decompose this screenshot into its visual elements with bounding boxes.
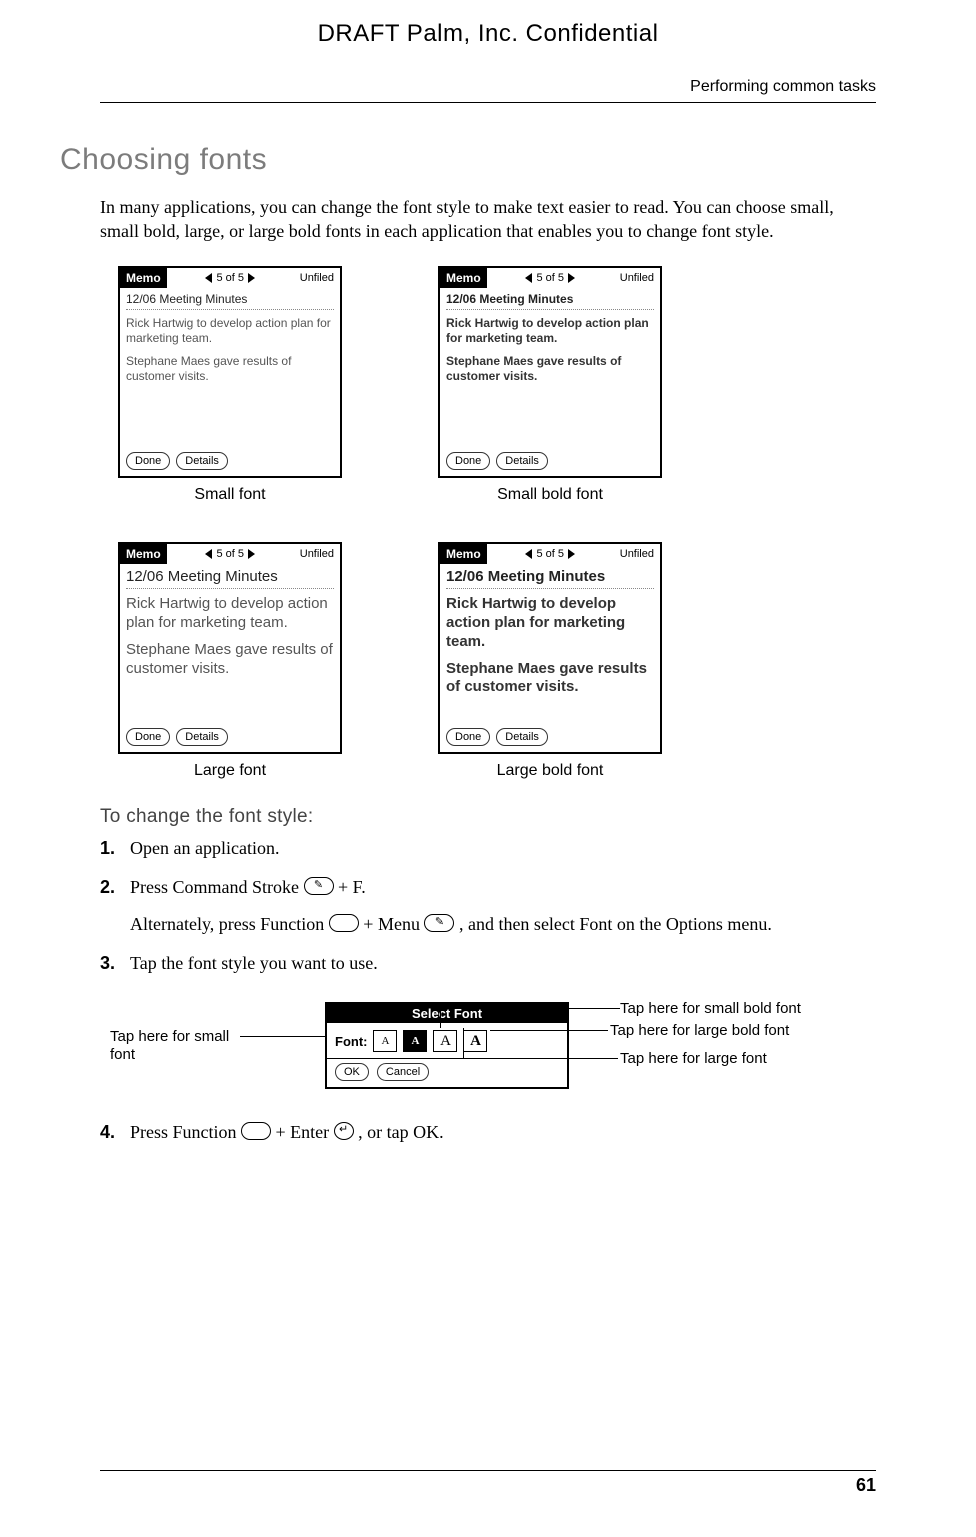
memo-screenshot-large-bold: Memo 5 of 5 Unfiled 12/06 Meeting Minute… xyxy=(438,542,662,754)
memo-p2: Stephane Maes gave results of customer v… xyxy=(126,354,334,384)
prev-icon xyxy=(525,273,532,283)
memo-screenshot-small-bold: Memo 5 of 5 Unfiled 12/06 Meeting Minute… xyxy=(438,266,662,478)
running-header: Performing common tasks xyxy=(100,78,876,103)
select-font-figure: Tap here for small font Select Font Font… xyxy=(100,992,876,1102)
step-1: Open an application. xyxy=(100,836,876,861)
next-icon xyxy=(568,273,575,283)
page-number: 61 xyxy=(100,1470,876,1496)
lead-line xyxy=(440,1008,620,1009)
prev-icon xyxy=(205,549,212,559)
details-button[interactable]: Details xyxy=(496,728,548,746)
step-2: Press Command Stroke + F. Alternately, p… xyxy=(100,875,876,937)
intro-paragraph: In many applications, you can change the… xyxy=(100,195,876,244)
memo-p1: Rick Hartwig to develop action plan for … xyxy=(446,595,654,651)
figure-small-font: Memo 5 of 5 Unfiled 12/06 Meeting Minute… xyxy=(100,266,360,504)
prev-icon xyxy=(205,273,212,283)
callout-large-bold: Tap here for large bold font xyxy=(610,1022,789,1040)
details-button[interactable]: Details xyxy=(496,452,548,470)
step-2-text-b: + F. xyxy=(338,877,366,897)
step-2-alt-a: Alternately, press Function xyxy=(130,914,329,934)
section-title: Choosing fonts xyxy=(60,143,876,177)
memo-p1: Rick Hartwig to develop action plan for … xyxy=(446,316,654,346)
cancel-button[interactable]: Cancel xyxy=(377,1063,429,1081)
memo-category: Unfiled xyxy=(294,268,340,288)
prev-icon xyxy=(525,549,532,559)
step-4-c: , or tap OK. xyxy=(358,1122,443,1142)
font-option-large[interactable]: A xyxy=(433,1030,457,1052)
memo-title: 12/06 Meeting Minutes xyxy=(126,292,334,310)
figure-grid: Memo 5 of 5 Unfiled 12/06 Meeting Minute… xyxy=(100,266,876,780)
callout-large: Tap here for large font xyxy=(620,1050,767,1068)
done-button[interactable]: Done xyxy=(126,728,170,746)
done-button[interactable]: Done xyxy=(446,452,490,470)
procedure-heading: To change the font style: xyxy=(100,806,876,828)
memo-p2: Stephane Maes gave results of customer v… xyxy=(446,354,654,384)
figure-large-font: Memo 5 of 5 Unfiled 12/06 Meeting Minute… xyxy=(100,542,360,780)
memo-app-label: Memo xyxy=(120,271,167,285)
next-icon xyxy=(568,549,575,559)
step-4: Press Function + Enter , or tap OK. xyxy=(100,1120,876,1145)
memo-p1: Rick Hartwig to develop action plan for … xyxy=(126,595,334,633)
memo-title: 12/06 Meeting Minutes xyxy=(446,292,654,310)
font-option-small-bold[interactable]: A xyxy=(403,1030,427,1052)
figure-small-bold: Memo 5 of 5 Unfiled 12/06 Meeting Minute… xyxy=(420,266,680,504)
memo-p1: Rick Hartwig to develop action plan for … xyxy=(126,316,334,346)
done-button[interactable]: Done xyxy=(446,728,490,746)
done-button[interactable]: Done xyxy=(126,452,170,470)
memo-title: 12/06 Meeting Minutes xyxy=(126,568,334,590)
caption-large-bold: Large bold font xyxy=(497,762,604,780)
procedure-steps: Open an application. Press Command Strok… xyxy=(100,836,876,977)
memo-app-label: Memo xyxy=(120,547,167,561)
next-icon xyxy=(248,549,255,559)
step-3: Tap the font style you want to use. xyxy=(100,951,876,976)
step-2-alt-b: + Menu xyxy=(363,914,424,934)
font-option-small[interactable]: A xyxy=(373,1030,397,1052)
memo-app-label: Memo xyxy=(440,271,487,285)
memo-counter: 5 of 5 xyxy=(216,272,244,284)
memo-p2: Stephane Maes gave results of customer v… xyxy=(126,641,334,679)
font-label: Font: xyxy=(335,1034,367,1049)
details-button[interactable]: Details xyxy=(176,728,228,746)
memo-counter: 5 of 5 xyxy=(536,272,564,284)
caption-small-bold: Small bold font xyxy=(497,486,603,504)
figure-large-bold: Memo 5 of 5 Unfiled 12/06 Meeting Minute… xyxy=(420,542,680,780)
memo-app-label: Memo xyxy=(440,547,487,561)
memo-category: Unfiled xyxy=(294,544,340,564)
memo-title: 12/06 Meeting Minutes xyxy=(446,568,654,590)
lead-line xyxy=(490,1030,608,1031)
memo-screenshot-large: Memo 5 of 5 Unfiled 12/06 Meeting Minute… xyxy=(118,542,342,754)
memo-p2: Stephane Maes gave results of customer v… xyxy=(446,660,654,698)
lead-line xyxy=(463,1028,464,1058)
function-key-icon xyxy=(329,914,359,932)
callout-small-font: Tap here for small font xyxy=(110,1028,240,1064)
procedure-steps-cont: Press Function + Enter , or tap OK. xyxy=(100,1120,876,1145)
enter-key-icon xyxy=(334,1122,354,1140)
memo-screenshot-small: Memo 5 of 5 Unfiled 12/06 Meeting Minute… xyxy=(118,266,342,478)
memo-category: Unfiled xyxy=(614,544,660,564)
next-icon xyxy=(248,273,255,283)
caption-small: Small font xyxy=(194,486,265,504)
lead-line xyxy=(440,1008,441,1028)
font-option-large-bold[interactable]: A xyxy=(463,1030,487,1052)
command-stroke-icon xyxy=(304,877,334,895)
memo-counter: 5 of 5 xyxy=(536,548,564,560)
draft-header: DRAFT Palm, Inc. Confidential xyxy=(100,20,876,48)
dialog-title: Select Font xyxy=(327,1004,567,1024)
step-4-b: + Enter xyxy=(276,1122,334,1142)
callout-small-bold: Tap here for small bold font xyxy=(620,1000,801,1018)
step-2-alt-c: , and then select Font on the Options me… xyxy=(459,914,772,934)
step-4-a: Press Function xyxy=(130,1122,241,1142)
caption-large: Large font xyxy=(194,762,266,780)
lead-line xyxy=(463,1058,618,1059)
ok-button[interactable]: OK xyxy=(335,1063,369,1081)
memo-category: Unfiled xyxy=(614,268,660,288)
step-2-text-a: Press Command Stroke xyxy=(130,877,304,897)
memo-counter: 5 of 5 xyxy=(216,548,244,560)
function-key-icon xyxy=(241,1122,271,1140)
menu-key-icon xyxy=(424,914,454,932)
select-font-dialog: Select Font Font: A A A A OK Cancel xyxy=(325,1002,569,1089)
details-button[interactable]: Details xyxy=(176,452,228,470)
